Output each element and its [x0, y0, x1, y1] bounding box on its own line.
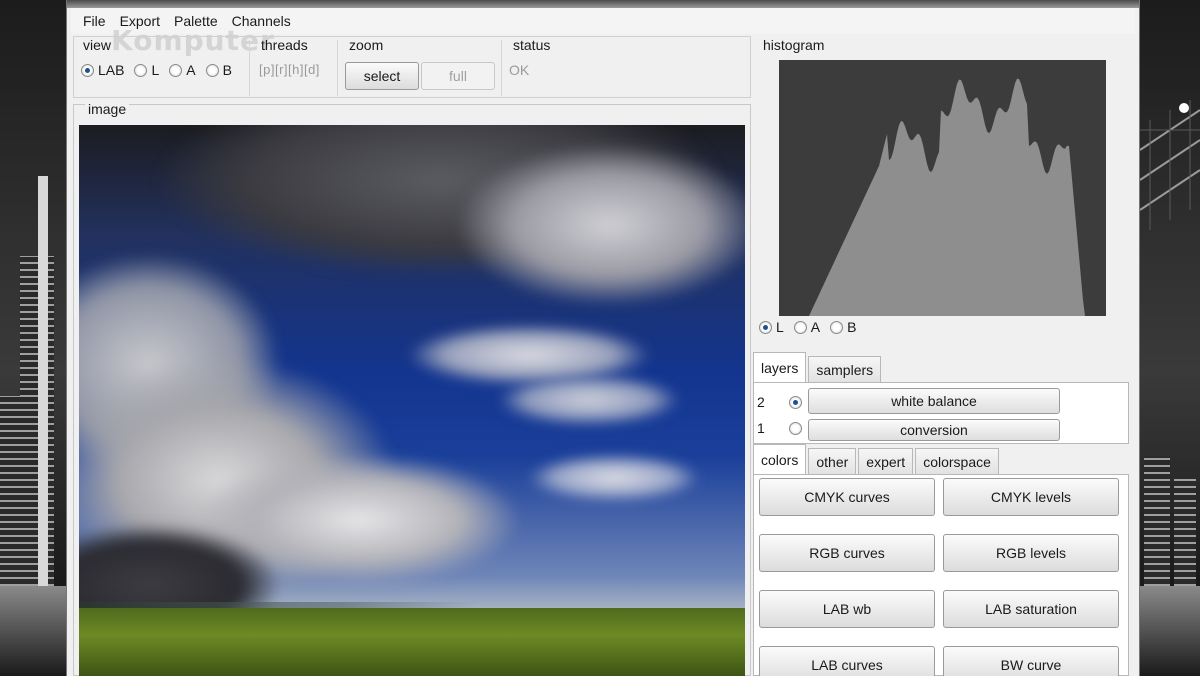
view-radio-b[interactable] [205, 63, 219, 77]
city-skyline-right [1140, 0, 1200, 676]
rgb-levels-button[interactable]: RGB levels [943, 534, 1119, 572]
tab-colors[interactable]: colors [753, 444, 807, 474]
view-radio-l[interactable] [134, 63, 148, 77]
layer-conversion-button[interactable]: conversion [808, 419, 1060, 441]
view-radio-group: LAB L A B [81, 62, 238, 78]
status-label: status [513, 37, 551, 53]
tab-layers[interactable]: layers [753, 352, 807, 382]
hist-channel-label: L [776, 319, 784, 335]
lab-wb-button[interactable]: LAB wb [759, 590, 935, 628]
layer-number: 1 [757, 420, 765, 436]
view-option-label: L [151, 62, 160, 78]
tab-colorspace[interactable]: colorspace [915, 448, 999, 474]
hist-radio-a[interactable] [793, 320, 807, 334]
layer-number: 2 [757, 394, 765, 410]
view-label: view [83, 37, 112, 53]
tab-samplers[interactable]: samplers [808, 356, 882, 382]
cmyk-levels-button[interactable]: CMYK levels [943, 478, 1119, 516]
tab-other[interactable]: other [808, 448, 857, 474]
threads-indicator: [p][r][h][d] [259, 62, 320, 77]
tab-expert[interactable]: expert [858, 448, 914, 474]
hist-radio-b[interactable] [830, 320, 844, 334]
rgb-curves-button[interactable]: RGB curves [759, 534, 935, 572]
layer-radio-1[interactable] [789, 422, 802, 435]
hist-radio-l[interactable] [759, 320, 772, 334]
lab-curves-button[interactable]: LAB curves [759, 646, 935, 676]
histogram-channel-group: L A B [759, 319, 862, 335]
image-canvas[interactable] [79, 125, 745, 676]
lab-saturation-button[interactable]: LAB saturation [943, 590, 1119, 628]
histogram-chart [779, 60, 1106, 316]
hist-channel-label: A [810, 319, 821, 335]
window-titlebar [67, 0, 1139, 8]
zoom-label: zoom [349, 37, 384, 53]
image-label: image [85, 101, 130, 117]
view-option-label: LAB [98, 62, 125, 78]
layer-radio-2[interactable] [789, 396, 802, 409]
histogram-fill [779, 78, 1106, 316]
threads-label: threads [261, 37, 308, 53]
status-value: OK [509, 62, 530, 78]
zoom-full-button[interactable]: full [421, 62, 495, 90]
city-skyline-left [0, 0, 66, 676]
grass-field [79, 608, 745, 676]
view-radio-lab[interactable] [81, 63, 94, 77]
bw-curve-button[interactable]: BW curve [943, 646, 1119, 676]
layer-white-balance-button[interactable]: white balance [808, 388, 1060, 414]
hist-channel-label: B [847, 319, 857, 335]
zoom-select-button[interactable]: select [345, 62, 419, 90]
tools-tabbar: colors other expert colorspace [753, 444, 1001, 474]
app-window: File Export Palette Channels Komputer vi… [66, 0, 1140, 676]
cmyk-curves-button[interactable]: CMYK curves [759, 478, 935, 516]
histogram-graph [779, 78, 1106, 316]
view-option-label: A [186, 62, 196, 78]
view-option-label: B [222, 62, 232, 78]
layers-tabbar: layers samplers [753, 352, 883, 382]
histogram-label: histogram [763, 37, 825, 53]
view-radio-a[interactable] [169, 63, 183, 77]
